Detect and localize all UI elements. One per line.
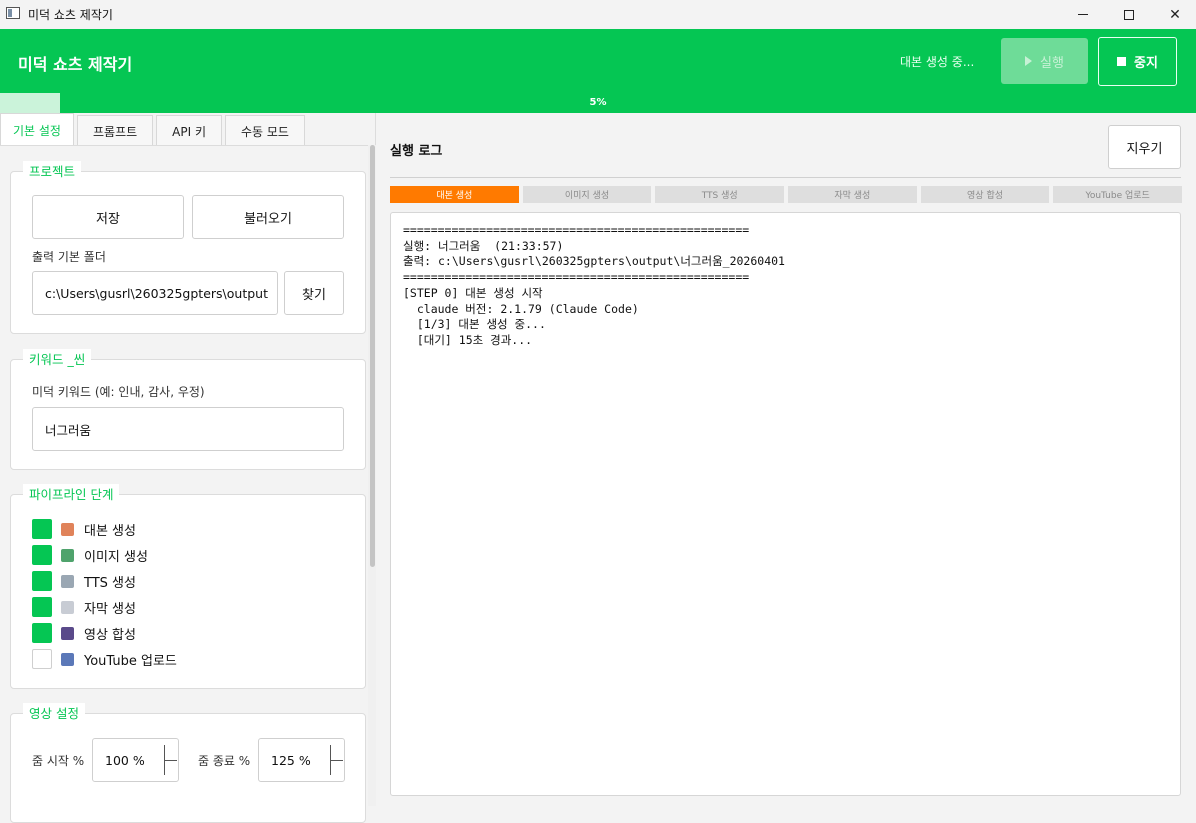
project-group: 프로젝트 저장 불러오기 출력 기본 폴더 c:\Users\gusrl\260… [10, 161, 366, 334]
tab-bar: 기본 설정 프롬프트 API 키 수동 모드 [0, 113, 308, 146]
app-title: 미덕 쇼츠 제작기 [18, 55, 133, 74]
app-icon [6, 7, 20, 19]
zoom-end-stepper[interactable] [330, 745, 344, 775]
pipeline-item-script[interactable]: 대본 생성 [32, 518, 136, 540]
title-bar: 미덕 쇼츠 제작기 ✕ [0, 0, 1196, 29]
tab-prompt[interactable]: 프롬프트 [76, 115, 154, 146]
keyword-field-label: 미덕 키워드 (예: 인내, 감사, 우정) [32, 385, 205, 399]
clapper-icon [61, 626, 74, 640]
zoom-end-label: 줌 종료 % [198, 754, 251, 768]
tab-manual-mode[interactable]: 수동 모드 [225, 115, 305, 146]
video-checkbox[interactable] [32, 623, 52, 643]
settings-scrollbar[interactable] [368, 145, 376, 806]
settings-panel: 기본 설정 프롬프트 API 키 수동 모드 프로젝트 저장 불러오기 출력 기… [0, 113, 376, 823]
scrollbar-thumb[interactable] [370, 145, 375, 567]
pipeline-item-image[interactable]: 이미지 생성 [32, 544, 148, 566]
pipeline-item-label: YouTube 업로드 [84, 653, 177, 669]
image-checkbox[interactable] [32, 545, 52, 565]
step-script: 대본 생성 [390, 186, 519, 203]
log-output[interactable]: ========================================… [390, 212, 1181, 796]
step-image: 이미지 생성 [522, 186, 652, 203]
zoom-start-label: 줌 시작 % [32, 754, 85, 768]
script-checkbox[interactable] [32, 519, 52, 539]
close-button[interactable]: ✕ [1152, 0, 1196, 29]
window-title: 미덕 쇼츠 제작기 [28, 8, 113, 22]
pipeline-item-label: 자막 생성 [84, 601, 136, 617]
zoom-start-spinbox[interactable]: 100 % [92, 738, 179, 782]
stop-icon [1117, 57, 1127, 66]
divider [390, 177, 1181, 178]
progress-label: 5% [589, 97, 607, 108]
play-icon [1025, 56, 1033, 66]
keyword-input[interactable]: 너그러움 [32, 407, 344, 451]
zoom-start-stepper[interactable] [164, 745, 178, 775]
zoom-end-value: 125 % [271, 752, 311, 768]
clear-log-button[interactable]: 지우기 [1108, 125, 1181, 169]
pipeline-item-label: TTS 생성 [84, 575, 136, 591]
pipeline-item-video[interactable]: 영상 합성 [32, 622, 136, 644]
stop-label: 중지 [1134, 56, 1158, 71]
maximize-icon [1124, 9, 1134, 20]
log-title: 실행 로그 [390, 144, 443, 159]
document-icon [61, 600, 74, 614]
pipeline-item-label: 영상 합성 [84, 627, 136, 643]
youtube-checkbox[interactable] [32, 649, 52, 669]
run-button[interactable]: 실행 [1001, 38, 1088, 84]
app-header: 미덕 쇼츠 제작기 대본 생성 중... 실행 중지 [0, 29, 1196, 95]
image-icon [61, 548, 74, 562]
video-group-title: 영상 설정 [23, 703, 85, 722]
keyword-group-title: 키워드 _씬 [23, 349, 92, 368]
pipeline-item-tts[interactable]: TTS 생성 [32, 570, 136, 592]
step-video: 영상 합성 [920, 186, 1050, 203]
step-tts: TTS 생성 [655, 186, 785, 203]
zoom-end-spinbox[interactable]: 125 % [258, 738, 345, 782]
output-folder-field[interactable]: c:\Users\gusrl\260325gpters\output [32, 271, 278, 315]
browse-button[interactable]: 찾기 [284, 271, 344, 315]
progress-bar: 5% [0, 93, 1196, 113]
maximize-button[interactable] [1106, 0, 1152, 29]
project-group-title: 프로젝트 [23, 161, 82, 180]
load-button[interactable]: 불러오기 [192, 195, 344, 239]
status-text: 대본 생성 중... [900, 55, 975, 69]
tab-content: 프로젝트 저장 불러오기 출력 기본 폴더 c:\Users\gusrl\260… [0, 145, 376, 823]
tab-basic-settings[interactable]: 기본 설정 [0, 113, 74, 146]
step-youtube: YouTube 업로드 [1053, 186, 1183, 203]
keyword-group: 키워드 _씬 미덕 키워드 (예: 인내, 감사, 우정) 너그러움 [10, 349, 366, 470]
stop-button[interactable]: 중지 [1098, 37, 1177, 86]
tab-api-key[interactable]: API 키 [156, 115, 222, 146]
log-panel: 실행 로그 지우기 대본 생성 이미지 생성 TTS 생성 자막 생성 영상 합… [377, 113, 1196, 806]
pipeline-group: 파이프라인 단계 대본 생성 이미지 생성 TTS 생성 자막 생성 영상 합성… [10, 484, 366, 689]
step-indicator: 대본 생성 이미지 생성 TTS 생성 자막 생성 영상 합성 YouTube … [390, 186, 1183, 204]
minimize-button[interactable] [1060, 0, 1106, 29]
output-folder-label: 출력 기본 폴더 [32, 250, 106, 264]
subtitle-checkbox[interactable] [32, 597, 52, 617]
run-label: 실행 [1040, 55, 1064, 71]
pipeline-item-youtube[interactable]: YouTube 업로드 [32, 648, 177, 670]
close-icon: ✕ [1169, 6, 1181, 23]
script-icon [61, 522, 74, 536]
pipeline-group-title: 파이프라인 단계 [23, 484, 120, 503]
minimize-icon [1078, 14, 1088, 15]
save-button[interactable]: 저장 [32, 195, 184, 239]
video-group: 영상 설정 줌 시작 % 100 % 줌 종료 % 125 % [10, 703, 366, 823]
zoom-start-value: 100 % [105, 752, 145, 768]
tts-checkbox[interactable] [32, 571, 52, 591]
step-subtitle: 자막 생성 [788, 186, 917, 203]
upload-icon [61, 652, 74, 666]
speaker-icon [61, 574, 74, 588]
pipeline-item-label: 이미지 생성 [84, 549, 148, 565]
pipeline-item-subtitle[interactable]: 자막 생성 [32, 596, 136, 618]
pipeline-item-label: 대본 생성 [84, 523, 136, 539]
